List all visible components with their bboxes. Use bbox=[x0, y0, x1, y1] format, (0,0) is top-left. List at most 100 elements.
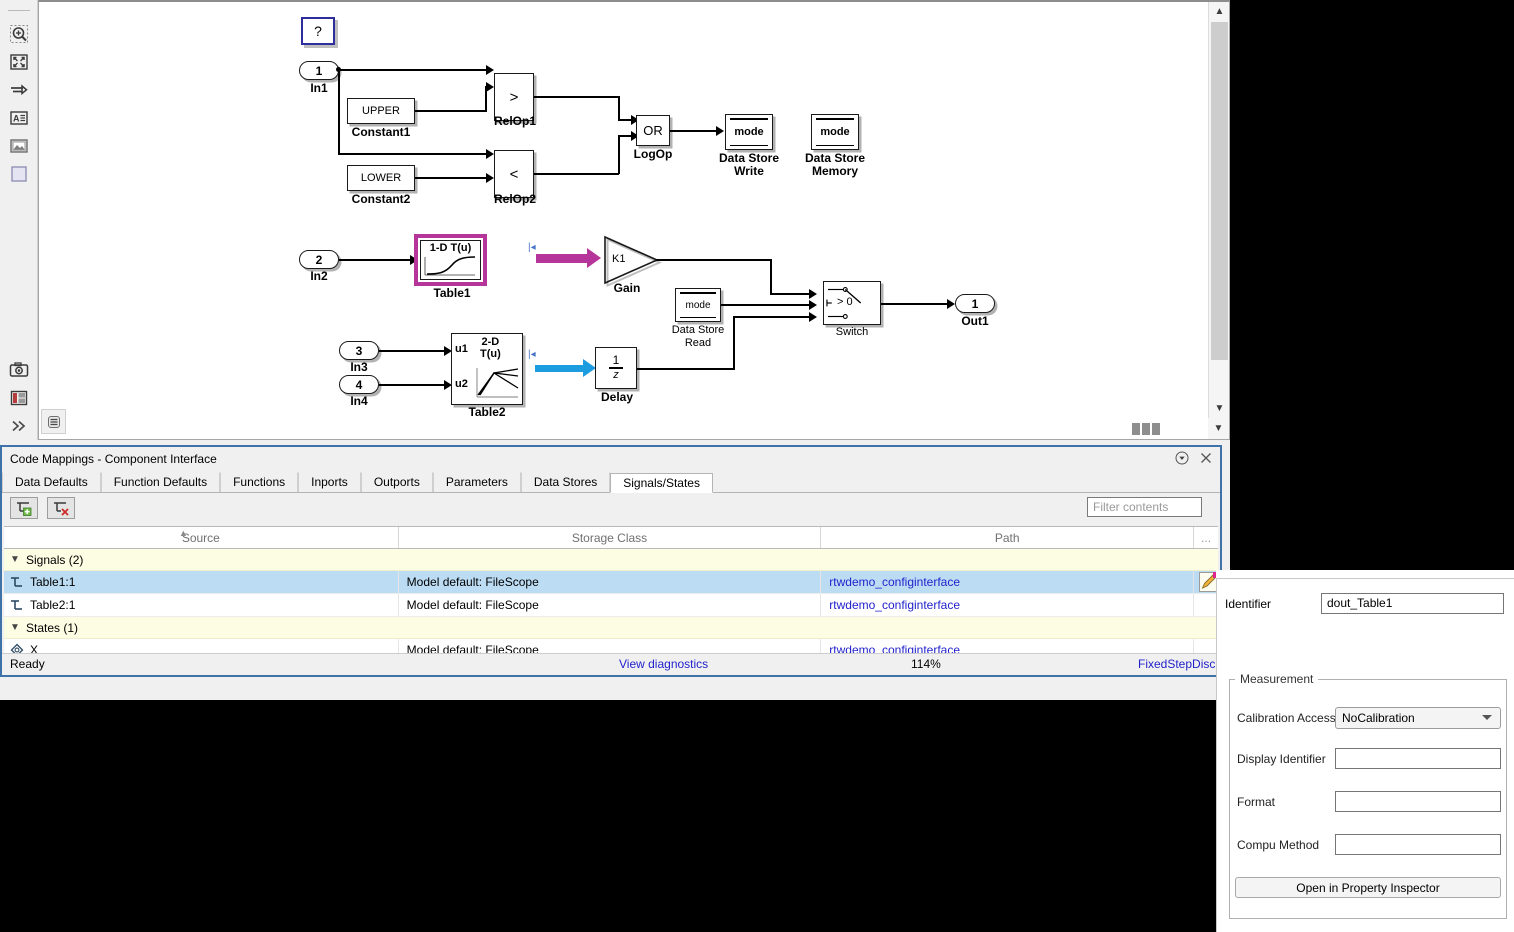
scroll-corner-button[interactable]: ▼ bbox=[1208, 418, 1229, 439]
column-header-more[interactable]: ... bbox=[1194, 527, 1218, 548]
compu-method-input[interactable] bbox=[1335, 834, 1501, 855]
table1-text: 1-D T(u) bbox=[430, 242, 472, 254]
gain-block[interactable]: K1 bbox=[602, 234, 660, 286]
identifier-input[interactable]: dout_Table1 bbox=[1321, 593, 1504, 614]
signal-icon bbox=[4, 576, 30, 588]
delay-numerator: 1 bbox=[613, 355, 620, 366]
tab-data-defaults[interactable]: Data Defaults bbox=[2, 472, 101, 492]
group-label-signals: Signals (2) bbox=[26, 553, 83, 567]
code-mappings-title: Code Mappings - Component Interface bbox=[10, 452, 217, 466]
close-icon[interactable] bbox=[1198, 450, 1214, 466]
camera-icon[interactable] bbox=[7, 358, 31, 382]
group-label-states: States (1) bbox=[26, 621, 78, 635]
scroll-down-icon[interactable]: ▼ bbox=[1209, 399, 1230, 418]
inport-in3[interactable]: 3 bbox=[339, 341, 379, 360]
add-mapping-button[interactable] bbox=[10, 497, 38, 519]
identifier-label: Identifier bbox=[1225, 597, 1271, 611]
tab-parameters[interactable]: Parameters bbox=[433, 472, 521, 492]
data-store-read-block[interactable]: mode bbox=[675, 288, 721, 322]
wire-relop2-logop bbox=[534, 173, 619, 175]
inport-in1[interactable]: 1 bbox=[299, 61, 339, 80]
relop2-block[interactable]: < bbox=[494, 150, 534, 198]
signal-lines-icon[interactable] bbox=[7, 78, 31, 102]
layout-icon[interactable] bbox=[7, 386, 31, 410]
row-path[interactable]: rtwdemo_configinterface bbox=[829, 575, 960, 589]
code-mappings-toolbar: Filter contents bbox=[2, 495, 1220, 521]
display-identifier-input[interactable] bbox=[1335, 748, 1501, 769]
filter-input[interactable]: Filter contents bbox=[1087, 497, 1202, 517]
inport-in3-label: In3 bbox=[329, 361, 389, 374]
table2-block[interactable]: u1 u2 2-DT(u) bbox=[451, 333, 523, 405]
popup-top-strip bbox=[1216, 570, 1514, 578]
inport-in1-number: 1 bbox=[316, 64, 323, 78]
calibration-access-value: NoCalibration bbox=[1342, 708, 1415, 728]
wire-in1-relop1 bbox=[338, 69, 486, 71]
constant2-text: LOWER bbox=[361, 172, 401, 184]
column-header-path[interactable]: Path bbox=[821, 527, 1194, 548]
stack-icon bbox=[46, 414, 62, 430]
remove-mapping-button[interactable] bbox=[47, 497, 75, 519]
horizontal-scroll-thumb[interactable] bbox=[1132, 423, 1168, 435]
panel-options-icon[interactable] bbox=[1174, 450, 1190, 466]
more-chevrons-icon[interactable] bbox=[7, 414, 31, 438]
expand-collapse-states-icon[interactable]: ▼ bbox=[4, 622, 26, 633]
table-row[interactable]: Table2:1 Model default: FileScope rtwdem… bbox=[4, 594, 1218, 617]
format-input[interactable] bbox=[1335, 791, 1501, 812]
display-identifier-label: Display Identifier bbox=[1237, 752, 1326, 766]
scroll-up-icon[interactable]: ▲ bbox=[1209, 2, 1230, 21]
area-icon[interactable] bbox=[7, 162, 31, 186]
row-storage-class[interactable]: Model default: FileScope bbox=[399, 594, 822, 616]
data-store-write-label: Data Store Write bbox=[711, 152, 787, 178]
table-row[interactable]: Table1:1 Model default: FileScope rtwdem… bbox=[4, 571, 1218, 594]
constant2-block[interactable]: LOWER bbox=[347, 165, 415, 191]
logop-block[interactable]: OR bbox=[636, 115, 670, 146]
status-solver[interactable]: FixedStepDiscr bbox=[1138, 657, 1219, 671]
tab-outports[interactable]: Outports bbox=[361, 472, 433, 492]
switch-block[interactable]: > 0 bbox=[823, 281, 881, 325]
calibration-access-select[interactable]: NoCalibration bbox=[1335, 707, 1501, 729]
column-header-source[interactable]: ▲ Source bbox=[4, 527, 399, 548]
open-in-property-inspector-button[interactable]: Open in Property Inspector bbox=[1235, 877, 1501, 898]
zoom-in-icon[interactable] bbox=[7, 22, 31, 46]
delay-block[interactable]: 1 z bbox=[595, 347, 637, 389]
view-diagnostics-link[interactable]: View diagnostics bbox=[619, 657, 708, 671]
data-store-write-block[interactable]: mode bbox=[725, 114, 773, 150]
column-header-storage-class[interactable]: Storage Class bbox=[399, 527, 822, 548]
tab-functions[interactable]: Functions bbox=[220, 472, 298, 492]
canvas-horizontal-scrollbar[interactable] bbox=[39, 418, 1208, 439]
wire-in1-down bbox=[338, 69, 340, 154]
vertical-scroll-thumb[interactable] bbox=[1211, 22, 1228, 360]
inport-in2[interactable]: 2 bbox=[299, 250, 339, 269]
switch-condition-text: > 0 bbox=[837, 296, 853, 308]
inport-in4[interactable]: 4 bbox=[339, 375, 379, 394]
data-store-memory-block[interactable]: mode bbox=[811, 114, 859, 150]
row-path[interactable]: rtwdemo_configinterface bbox=[829, 598, 960, 612]
constant1-block[interactable]: UPPER bbox=[347, 98, 415, 124]
image-icon[interactable] bbox=[7, 134, 31, 158]
group-row-states[interactable]: ▼ States (1) bbox=[4, 617, 1218, 639]
wire-table1-gain-arrow bbox=[587, 248, 601, 268]
tab-data-stores[interactable]: Data Stores bbox=[521, 472, 610, 492]
add-mapping-icon bbox=[15, 499, 33, 517]
tab-inports[interactable]: Inports bbox=[298, 472, 361, 492]
simulink-canvas[interactable]: ? 1 In1 UPPER Con bbox=[39, 2, 1207, 417]
table1-block[interactable]: 1-D T(u) bbox=[420, 240, 481, 280]
signal-icon bbox=[4, 599, 30, 611]
expand-collapse-signals-icon[interactable]: ▼ bbox=[4, 554, 26, 565]
annotation-icon[interactable]: A bbox=[7, 106, 31, 130]
code-mappings-tab-bar: Data Defaults Function Defaults Function… bbox=[2, 473, 1220, 493]
logop-label: LogOp bbox=[624, 148, 682, 161]
data-store-memory-text: mode bbox=[820, 126, 849, 138]
outport-out1[interactable]: 1 bbox=[955, 294, 995, 313]
tab-function-defaults[interactable]: Function Defaults bbox=[101, 472, 220, 492]
group-row-signals[interactable]: ▼ Signals (2) bbox=[4, 549, 1218, 571]
help-annotation-block[interactable]: ? bbox=[301, 17, 335, 45]
fit-to-view-icon[interactable] bbox=[7, 50, 31, 74]
tab-signals-states[interactable]: Signals/States bbox=[610, 473, 713, 493]
table2-input-u1: u1 bbox=[455, 343, 468, 355]
row-storage-class[interactable]: Model default: FileScope bbox=[399, 571, 822, 593]
canvas-vertical-scrollbar[interactable]: ▲ ▼ bbox=[1208, 2, 1229, 418]
row-more[interactable] bbox=[1194, 594, 1218, 616]
switch-glyph-icon bbox=[826, 282, 880, 324]
model-hierarchy-button[interactable] bbox=[41, 409, 66, 434]
